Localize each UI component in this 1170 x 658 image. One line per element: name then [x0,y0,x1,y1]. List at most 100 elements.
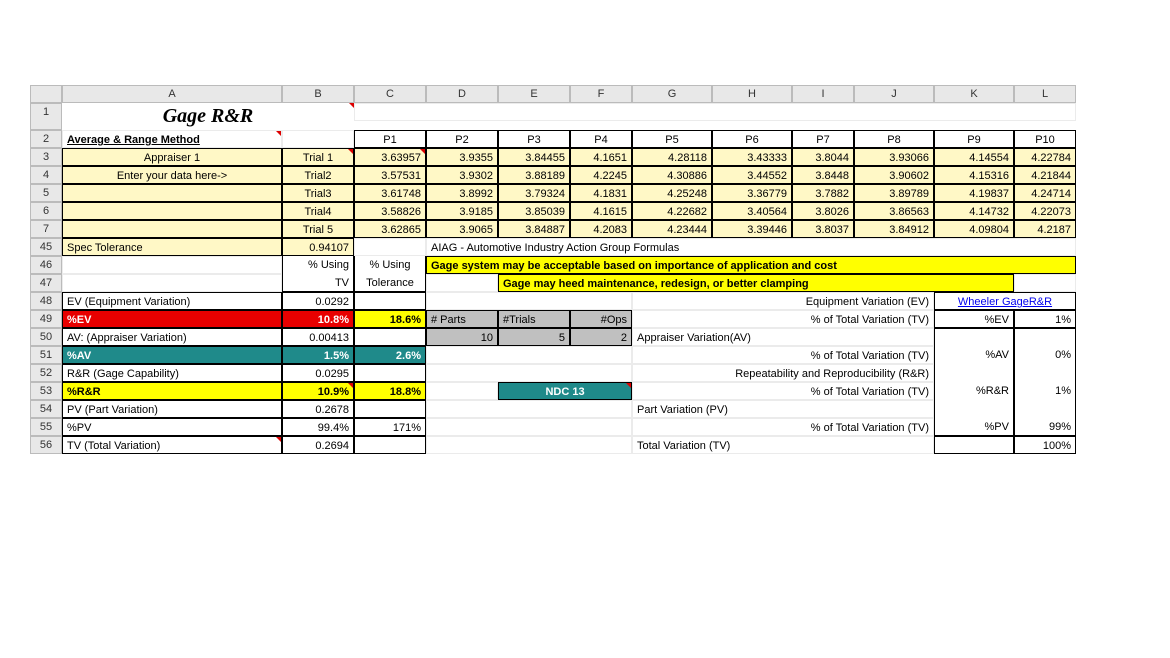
col-k[interactable]: K [934,85,1014,103]
col-b[interactable]: B [282,85,354,103]
row-1[interactable]: 1 [30,103,62,130]
row-45[interactable]: 45 [30,238,62,256]
col-j[interactable]: J [854,85,934,103]
t4p2[interactable]: 3.9185 [426,202,498,220]
trial3-name[interactable]: Trial3 [282,184,354,202]
t4p1[interactable]: 3.58826 [354,202,426,220]
appraiser-label[interactable]: Appraiser 1 [62,148,282,166]
p1-header[interactable]: P1 [354,130,426,148]
av-value[interactable]: 0.00413 [282,328,354,346]
t5p10[interactable]: 4.2187 [1014,220,1076,238]
t1p1[interactable]: 3.63957 [354,148,426,166]
nops-val[interactable]: 2 [570,328,632,346]
p8-header[interactable]: P8 [854,130,934,148]
enter-data-label[interactable]: Enter your data here-> [62,166,282,184]
trial2-name[interactable]: Trial2 [282,166,354,184]
tv-value[interactable]: 0.2694 [282,436,354,454]
row-50[interactable]: 50 [30,328,62,346]
pav-label[interactable]: %AV [62,346,282,364]
spec-tolerance-label[interactable]: Spec Tolerance [62,238,282,256]
t4p6[interactable]: 3.40564 [712,202,792,220]
t3p6[interactable]: 3.36779 [712,184,792,202]
col-l[interactable]: L [1014,85,1076,103]
wheeler-link[interactable]: Wheeler GageR&R [934,292,1076,310]
row-46[interactable]: 46 [30,256,62,274]
t5p6[interactable]: 3.39446 [712,220,792,238]
t1p8[interactable]: 3.93066 [854,148,934,166]
p2-header[interactable]: P2 [426,130,498,148]
row-53[interactable]: 53 [30,382,62,400]
t3p3[interactable]: 3.79324 [498,184,570,202]
row-47[interactable]: 47 [30,274,62,292]
pev-label[interactable]: %EV [62,310,282,328]
pav-tv[interactable]: 1.5% [282,346,354,364]
t1p3[interactable]: 3.84455 [498,148,570,166]
col-g[interactable]: G [632,85,712,103]
t2p10[interactable]: 4.21844 [1014,166,1076,184]
t5p3[interactable]: 3.84887 [498,220,570,238]
t1p2[interactable]: 3.9355 [426,148,498,166]
av-label[interactable]: AV: (Appraiser Variation) [62,328,282,346]
t1p9[interactable]: 4.14554 [934,148,1014,166]
row-2[interactable]: 2 [30,130,62,148]
t5p7[interactable]: 3.8037 [792,220,854,238]
t2p7[interactable]: 3.8448 [792,166,854,184]
t5p5[interactable]: 4.23444 [632,220,712,238]
t5p1[interactable]: 3.62865 [354,220,426,238]
prr-1pct[interactable]: 1% [1014,382,1076,400]
t3p1[interactable]: 3.61748 [354,184,426,202]
t4p7[interactable]: 3.8026 [792,202,854,220]
ev-label[interactable]: EV (Equipment Variation) [62,292,282,310]
row-54[interactable]: 54 [30,400,62,418]
t2p6[interactable]: 3.44552 [712,166,792,184]
t2p8[interactable]: 3.90602 [854,166,934,184]
t2p2[interactable]: 3.9302 [426,166,498,184]
pev-1pct[interactable]: 1% [1014,310,1076,328]
ppv-99pct[interactable]: 99% [1014,418,1076,436]
t2p5[interactable]: 4.30886 [632,166,712,184]
p10-header[interactable]: P10 [1014,130,1076,148]
spec-tolerance-value[interactable]: 0.94107 [282,238,354,256]
p5-header[interactable]: P5 [632,130,712,148]
t3p2[interactable]: 3.8992 [426,184,498,202]
t2p4[interactable]: 4.2245 [570,166,632,184]
pav-tol[interactable]: 2.6% [354,346,426,364]
t3p4[interactable]: 4.1831 [570,184,632,202]
t5p4[interactable]: 4.2083 [570,220,632,238]
pv-label[interactable]: PV (Part Variation) [62,400,282,418]
trial4-name[interactable]: Trial4 [282,202,354,220]
t4p9[interactable]: 4.14732 [934,202,1014,220]
t4p5[interactable]: 4.22682 [632,202,712,220]
p9-header[interactable]: P9 [934,130,1014,148]
row-51[interactable]: 51 [30,346,62,364]
t3p8[interactable]: 3.89789 [854,184,934,202]
t2p3[interactable]: 3.88189 [498,166,570,184]
ev-value[interactable]: 0.0292 [282,292,354,310]
col-a[interactable]: A [62,85,282,103]
t1p4[interactable]: 4.1651 [570,148,632,166]
ppv-label[interactable]: %PV [62,418,282,436]
p4-header[interactable]: P4 [570,130,632,148]
t4p10[interactable]: 4.22073 [1014,202,1076,220]
trial1-name[interactable]: Trial 1 [282,148,354,166]
t1p7[interactable]: 3.8044 [792,148,854,166]
trial5-name[interactable]: Trial 5 [282,220,354,238]
row-4[interactable]: 4 [30,166,62,184]
row-6[interactable]: 6 [30,202,62,220]
prr-label[interactable]: %R&R [62,382,282,400]
t4p3[interactable]: 3.85039 [498,202,570,220]
t1p10[interactable]: 4.22784 [1014,148,1076,166]
row-3[interactable]: 3 [30,148,62,166]
pev-tol[interactable]: 18.6% [354,310,426,328]
t3p9[interactable]: 4.19837 [934,184,1014,202]
col-c[interactable]: C [354,85,426,103]
row-5[interactable]: 5 [30,184,62,202]
ppv-tol[interactable]: 171% [354,418,426,436]
col-f[interactable]: F [570,85,632,103]
tv-label[interactable]: TV (Total Variation) [62,436,282,454]
prr-k[interactable]: %R&R [934,382,1014,400]
t4p4[interactable]: 4.1615 [570,202,632,220]
t3p5[interactable]: 4.25248 [632,184,712,202]
col-e[interactable]: E [498,85,570,103]
row-49[interactable]: 49 [30,310,62,328]
